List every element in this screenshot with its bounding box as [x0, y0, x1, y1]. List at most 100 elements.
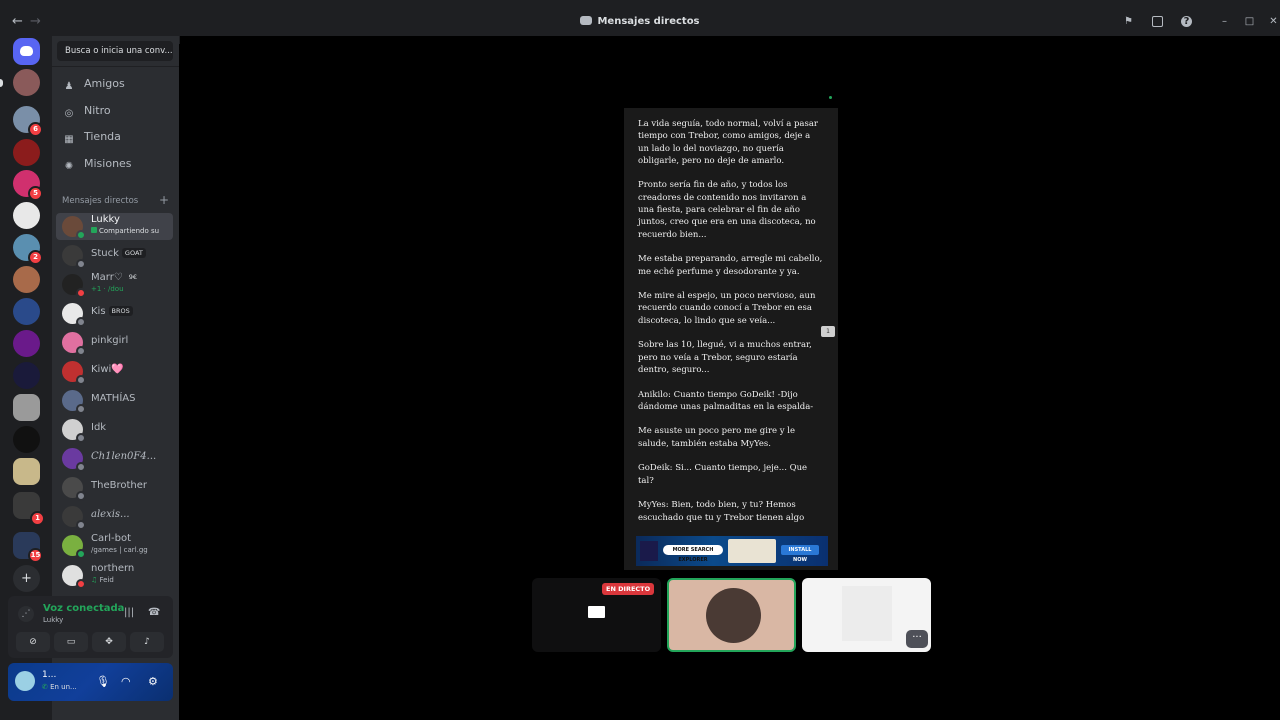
user-panel: 1... ✆ En un... 🎙 ◠ ⚙	[8, 663, 173, 701]
nav-label: Amigos	[84, 77, 125, 90]
voice-channel[interactable]: Lukky	[43, 616, 63, 624]
story-paragraph: Anikilo: Cuanto tiempo GoDeik! -Dijo dán…	[638, 389, 814, 412]
dm-activity: /games | carl.gg	[91, 546, 148, 554]
status-dot	[76, 549, 86, 559]
story-paragraph: MyYes: Bien, todo bien, y tu? Hemos escu…	[638, 500, 805, 523]
status-dot	[76, 317, 86, 327]
server-icon[interactable]	[13, 458, 40, 485]
phone-icon: ✆	[42, 683, 51, 691]
headphones-icon[interactable]: ◠	[121, 675, 131, 688]
server-icon[interactable]	[13, 362, 40, 389]
add-server-button[interactable]: +	[13, 565, 40, 592]
story-paragraph: Pronto sería fin de año, y todos los cre…	[638, 180, 816, 240]
dm-name: Kis	[91, 306, 106, 317]
status-dot	[76, 230, 86, 240]
server-icon[interactable]	[13, 330, 40, 357]
server-icon[interactable]	[13, 266, 40, 293]
dm-item[interactable]: Idk	[56, 416, 173, 443]
story-paragraph: GoDeik: Si... Cuanto tiempo, jeje... Que…	[638, 463, 808, 486]
stream-view[interactable]: La vida seguía, todo normal, volví a pas…	[624, 108, 838, 570]
dm-name: TheBrother	[91, 480, 147, 491]
minimize-icon[interactable]: –	[1219, 16, 1230, 27]
create-dm-icon[interactable]: +	[159, 193, 169, 207]
maximize-icon[interactable]: □	[1244, 16, 1255, 27]
server-icon[interactable]	[13, 394, 40, 421]
server-icon[interactable]	[13, 426, 40, 453]
shop-icon: ▦	[64, 134, 74, 145]
mention-badge: 1	[30, 511, 45, 526]
participant-tile-speaking[interactable]	[667, 578, 796, 652]
dm-item[interactable]: pinkgirl	[56, 329, 173, 356]
ad-banner[interactable]: MORE SEARCH EXPLORER INSTALL NOW	[636, 536, 828, 566]
story-text: La vida seguía, todo normal, volví a pas…	[638, 118, 823, 536]
dm-item[interactable]: Stuck GOAT	[56, 242, 173, 269]
user-name[interactable]: 1...	[42, 670, 56, 680]
nitro-icon: ◎	[64, 108, 74, 119]
nav-label: Nitro	[84, 104, 111, 117]
flag-icon[interactable]: ⚑	[1123, 16, 1134, 27]
microphone-icon[interactable]: 🎙	[96, 675, 110, 688]
server-icon[interactable]	[13, 69, 40, 96]
avatar[interactable]	[15, 671, 35, 691]
nav-label: Tienda	[84, 130, 121, 143]
dm-name: pinkgirl	[91, 335, 129, 346]
dm-name: Kiwi🩷	[91, 364, 124, 375]
ad-search-box: MORE SEARCH EXPLORER	[663, 545, 723, 563]
dm-name-row: Kis BROS	[91, 306, 133, 317]
story-paragraph: La vida seguía, todo normal, volví a pas…	[638, 119, 818, 166]
user-status: ✆ En un...	[42, 683, 77, 691]
voice-status[interactable]: Voz conectada	[43, 603, 124, 614]
status-dot	[76, 404, 86, 414]
nav-friends[interactable]: ♟ Amigos	[56, 72, 173, 96]
search-input[interactable]: Busca o inicia una conv...	[57, 41, 173, 61]
nav-quests[interactable]: ✺ Misiones	[56, 152, 173, 176]
ad-logo	[640, 541, 658, 561]
quests-icon: ✺	[64, 161, 74, 172]
ad-preview	[728, 539, 776, 563]
story-paragraph: Me estaba preparando, arregle mi cabello…	[638, 254, 823, 277]
home-button[interactable]	[13, 38, 40, 65]
story-paragraph: Sobre las 10, llegué, vi a muchos entrar…	[638, 340, 812, 375]
dm-item[interactable]: Kis BROS	[56, 300, 173, 327]
dm-name-row: Stuck GOAT	[91, 248, 146, 259]
signal-icon: ⋰	[18, 606, 34, 622]
activities-button[interactable]: ✥	[92, 632, 126, 652]
dm-section-header: Mensajes directos +	[62, 193, 169, 207]
story-paragraph: Me mire al espejo, un poco nervioso, aun…	[638, 291, 816, 326]
settings-gear-icon[interactable]: ⚙	[148, 675, 158, 688]
dm-item[interactable]: northern ♫ Feid	[56, 562, 173, 589]
mention-badge: 2	[28, 250, 43, 265]
unread-pill	[0, 79, 3, 87]
dm-activity: ♫ Feid	[91, 576, 173, 584]
camera-off-button[interactable]: ⊘	[16, 632, 50, 652]
close-icon[interactable]: ✕	[1268, 16, 1279, 27]
nav-nitro[interactable]: ◎ Nitro	[56, 99, 173, 123]
share-screen-button[interactable]: ▭	[54, 632, 88, 652]
window-title: Mensajes directos	[0, 16, 1280, 27]
dm-name: Lukky	[91, 214, 120, 225]
inbox-icon[interactable]	[1152, 16, 1163, 27]
user-status-text: En un...	[50, 683, 77, 691]
server-icon[interactable]	[13, 298, 40, 325]
nav-shop[interactable]: ▦ Tienda	[56, 125, 173, 149]
soundboard-button[interactable]: ♪	[130, 632, 164, 652]
status-dot	[76, 462, 86, 472]
dm-item[interactable]: alexis...	[56, 503, 173, 530]
dm-item[interactable]: Kiwi🩷	[56, 358, 173, 385]
comment-bubble-icon[interactable]: 1	[821, 326, 835, 337]
dm-item[interactable]: Lukky Compartiendo su	[56, 213, 173, 240]
ad-install-button[interactable]: INSTALL NOW	[781, 545, 819, 563]
dm-item[interactable]: TheBrother	[56, 474, 173, 501]
indicator-dot	[829, 96, 832, 99]
dm-item[interactable]: Ch1len0F4...	[56, 445, 173, 472]
dm-item[interactable]: Carl-bot/games | carl.gg	[56, 532, 173, 559]
help-icon[interactable]: ?	[1181, 16, 1192, 27]
dm-name: Idk	[91, 422, 107, 433]
dm-item[interactable]: Marr♡ 9€ +1 · /dou	[56, 271, 173, 298]
noise-suppression-icon[interactable]: |||	[124, 607, 134, 618]
disconnect-icon[interactable]: ☎	[148, 607, 160, 618]
more-options-button[interactable]: ···	[906, 630, 928, 648]
server-icon[interactable]	[13, 139, 40, 166]
server-icon[interactable]	[13, 202, 40, 229]
dm-item[interactable]: MATHÍAS	[56, 387, 173, 414]
